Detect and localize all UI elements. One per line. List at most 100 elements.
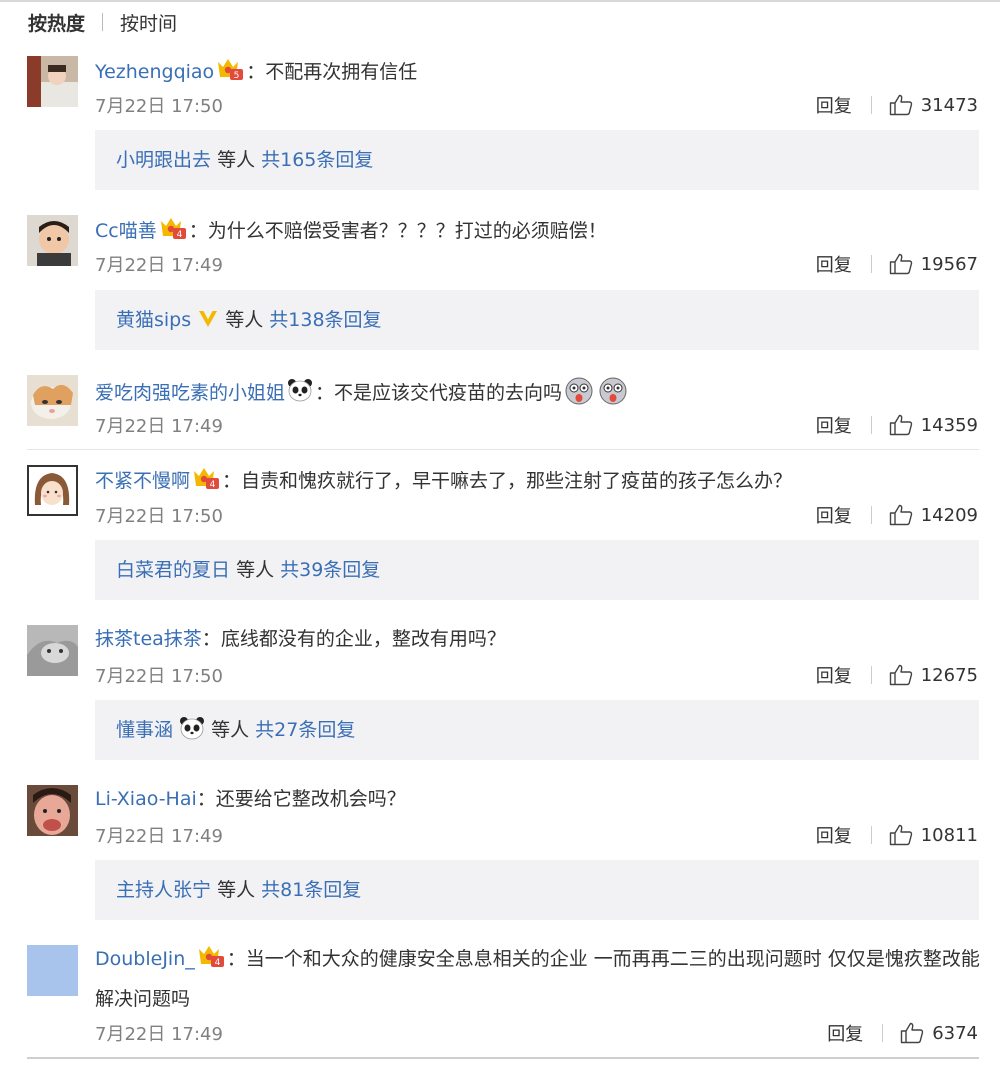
sub-reply-count[interactable]: 共27条回复 [255, 719, 355, 741]
reply-button[interactable]: 回复 [816, 92, 852, 118]
sub-replies-box[interactable]: 懂事涵 等人 共27条回复 [95, 700, 979, 760]
sub-reply-count[interactable]: 共81条回复 [261, 879, 361, 901]
sub-reply-user[interactable]: 主持人张宁 [116, 879, 211, 901]
comment-actions: 回复 14359 [816, 412, 978, 438]
like-count: 14359 [920, 414, 978, 436]
sub-reply-others: 等人 [225, 309, 264, 331]
like-count: 6374 [932, 1022, 978, 1044]
sub-replies-box[interactable]: 黄猫sips 等人 共138条回复 [95, 290, 979, 350]
comment-text: 为什么不赔偿受害者？？？？打过的必须赔偿！ [207, 220, 607, 242]
svg-text:4: 4 [214, 958, 220, 968]
action-divider [870, 666, 872, 684]
reply-button[interactable]: 回复 [816, 502, 852, 528]
comment-time: 7月22日 17:50 [95, 506, 223, 527]
comment-time: 7月22日 17:50 [95, 666, 223, 687]
tab-by-time[interactable]: 按时间 [120, 9, 177, 36]
sub-reply-others: 等人 [211, 719, 250, 741]
comment-actions: 回复 10811 [816, 822, 978, 848]
username-link[interactable]: Yezhengqiao [95, 61, 214, 83]
comment-time: 7月22日 17:49 [95, 826, 223, 847]
like-button[interactable]: 19567 [889, 253, 978, 275]
tab-by-hot[interactable]: 按热度 [28, 9, 85, 36]
crown-vip-icon[interactable]: 5 [216, 57, 244, 81]
avatar[interactable] [27, 785, 78, 836]
sub-reply-others: 等人 [236, 559, 275, 581]
like-count: 31473 [920, 94, 978, 116]
colon: ： [315, 382, 335, 404]
like-count: 12675 [920, 664, 978, 686]
reply-button[interactable]: 回复 [816, 662, 852, 688]
sort-tabs: 按热度 按时间 [28, 8, 177, 36]
colon: ： [226, 948, 246, 970]
colon: ： [201, 628, 221, 650]
sub-replies-box[interactable]: 白菜君的夏日 等人 共39条回复 [95, 540, 979, 600]
panda-emoji-icon [180, 717, 205, 740]
sub-reply-others: 等人 [217, 149, 256, 171]
sub-reply-user[interactable]: 懂事涵 [116, 719, 173, 741]
comment-time: 7月22日 17:50 [95, 96, 223, 117]
thumb-up-icon [889, 94, 912, 116]
username-link[interactable]: 不紧不慢啊 [95, 470, 190, 492]
comment-text: 不是应该交代疫苗的去向吗 [334, 382, 563, 404]
comment-actions: 回复 6374 [827, 1020, 978, 1046]
like-count: 14209 [920, 504, 978, 526]
tab-divider [102, 13, 104, 31]
action-divider [870, 416, 872, 434]
action-divider [870, 506, 872, 524]
username-link[interactable]: 抹茶tea抹茶 [95, 628, 202, 650]
crown-vip-icon[interactable]: 4 [159, 216, 187, 240]
comment-line: 抹茶tea抹茶：底线都没有的企业，整改有用吗？ [95, 626, 980, 652]
avatar[interactable] [27, 375, 78, 426]
sub-reply-others: 等人 [217, 879, 256, 901]
username-link[interactable]: DoubleJin_ [95, 948, 195, 970]
comment-line: Li-Xiao-Hai：还要给它整改机会吗？ [95, 786, 980, 812]
reply-button[interactable]: 回复 [816, 822, 852, 848]
like-button[interactable]: 6374 [900, 1022, 978, 1044]
like-button[interactable]: 12675 [889, 664, 978, 686]
avatar[interactable] [27, 215, 78, 266]
username-link[interactable]: Cc喵善 [95, 220, 157, 242]
avatar[interactable] [27, 945, 78, 996]
reply-button[interactable]: 回复 [816, 412, 852, 438]
sub-reply-count[interactable]: 共138条回复 [269, 309, 381, 331]
avatar[interactable] [27, 465, 78, 516]
comment-text: 底线都没有的企业，整改有用吗？ [220, 628, 506, 650]
action-divider [870, 255, 872, 273]
colon: ： [196, 788, 216, 810]
crown-vip-icon[interactable]: 4 [192, 466, 220, 490]
thumb-up-icon [889, 504, 912, 526]
thumb-up-icon [889, 253, 912, 275]
comment-line: 爱吃肉强吃素的小姐姐 ：不是应该交代疫苗的去向吗 [95, 376, 980, 406]
username-link[interactable]: Li-Xiao-Hai [95, 788, 197, 810]
like-button[interactable]: 10811 [889, 824, 978, 846]
sub-reply-user[interactable]: 小明跟出去 [116, 149, 211, 171]
svg-text:4: 4 [176, 230, 182, 240]
sub-reply-count[interactable]: 共39条回复 [280, 559, 380, 581]
like-button[interactable]: 14209 [889, 504, 978, 526]
svg-text:5: 5 [234, 71, 240, 81]
action-divider [870, 96, 872, 114]
avatar[interactable] [27, 625, 78, 676]
comment-text: 还要给它整改机会吗？ [215, 788, 406, 810]
comment-actions: 回复 31473 [816, 92, 978, 118]
comment-actions: 回复 14209 [816, 502, 978, 528]
thumb-up-icon [889, 824, 912, 846]
like-button[interactable]: 31473 [889, 94, 978, 116]
bottom-border [27, 1057, 979, 1059]
svg-text:4: 4 [210, 480, 216, 490]
dizzy-face-emoji-icon [565, 377, 593, 405]
sub-reply-user[interactable]: 白菜君的夏日 [116, 559, 230, 581]
avatar[interactable] [27, 56, 78, 107]
sub-replies-box[interactable]: 小明跟出去 等人 共165条回复 [95, 130, 979, 190]
sub-reply-count[interactable]: 共165条回复 [261, 149, 373, 171]
crown-vip-icon[interactable]: 4 [197, 944, 225, 968]
like-count: 19567 [920, 253, 978, 275]
sub-reply-user[interactable]: 黄猫sips [116, 309, 191, 331]
reply-button[interactable]: 回复 [816, 251, 852, 277]
comment-time: 7月22日 17:49 [95, 255, 223, 276]
reply-button[interactable]: 回复 [827, 1020, 863, 1046]
like-button[interactable]: 14359 [889, 414, 978, 436]
panda-emoji-icon [288, 379, 313, 402]
sub-replies-box[interactable]: 主持人张宁 等人 共81条回复 [95, 860, 979, 920]
username-link[interactable]: 爱吃肉强吃素的小姐姐 [95, 382, 285, 404]
